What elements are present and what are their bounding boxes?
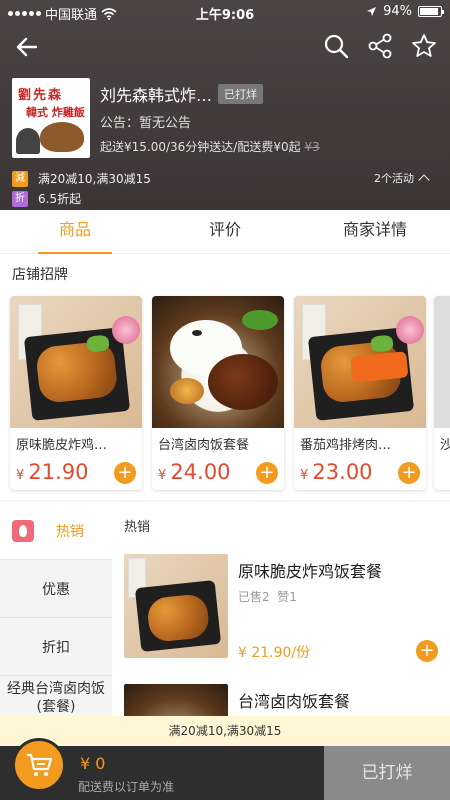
reduction-tag-icon: 減 (12, 170, 28, 187)
category-sidebar: 热销 优惠 折扣 经典台湾卤肉饭(套餐) (0, 502, 112, 720)
product-image (124, 554, 228, 658)
activities-toggle[interactable]: 2个活动 (374, 170, 430, 186)
chevron-up-icon (418, 174, 430, 186)
food-image (10, 296, 142, 428)
shopping-cart-icon (27, 753, 53, 776)
menu-section: 热销 优惠 折扣 经典台湾卤肉饭(套餐) 热销 原味脆皮炸鸡饭套餐 已售2 赞1… (0, 502, 450, 788)
featured-card[interactable]: 原味脆皮炸鸡… ¥ 21.90 + (10, 296, 142, 490)
add-to-cart-button[interactable]: + (416, 640, 438, 662)
food-image (434, 296, 450, 428)
checkout-closed-button[interactable]: 已打烊 (324, 746, 450, 800)
closed-badge: 已打烊 (218, 84, 263, 104)
cart-bar: ¥ 0 配送费以订单为准 已打烊 (0, 738, 450, 800)
add-to-cart-button[interactable]: + (398, 462, 420, 484)
featured-price: ¥ 21.90 (16, 460, 89, 484)
location-arrow-icon (367, 7, 377, 16)
tab-shop-details[interactable]: 商家详情 (300, 210, 450, 253)
shop-name: 刘先森韩式炸… (100, 86, 213, 105)
shop-header: 中国联通 上午9:06 94% 劉先森 韓式 炸雞飯 刘先森韩式炸… 已打烊 公… (0, 0, 450, 210)
share-icon[interactable] (366, 32, 394, 60)
featured-title: 店铺招牌 (12, 267, 68, 283)
add-to-cart-button[interactable]: + (256, 462, 278, 484)
product-name: 原味脆皮炸鸡饭套餐 (238, 562, 383, 581)
category-discount[interactable]: 折扣 (0, 618, 112, 676)
food-image (152, 296, 284, 428)
product-list: 热销 原味脆皮炸鸡饭套餐 已售2 赞1 ¥ 21.90/份 + 台湾卤肉饭套餐 (112, 502, 450, 788)
featured-carousel[interactable]: 原味脆皮炸鸡… ¥ 21.90 + 台湾卤肉饭套餐 ¥ 24.00 + 番茄鸡排… (10, 296, 450, 496)
battery-percent: 94% (383, 4, 412, 19)
featured-section: 店铺招牌 原味脆皮炸鸡… ¥ 21.90 + 台湾卤肉饭套餐 ¥ 24.00 + (0, 254, 450, 500)
cart-button[interactable] (12, 738, 66, 792)
featured-card[interactable]: 番茄鸡排烤肉… ¥ 23.00 + (294, 296, 426, 490)
battery-icon (418, 6, 444, 17)
product-item[interactable]: 原味脆皮炸鸡饭套餐 已售2 赞1 ¥ 21.90/份 + (124, 554, 444, 664)
product-name: 台湾卤肉饭套餐 (238, 692, 351, 711)
featured-card[interactable]: 台湾卤肉饭套餐 ¥ 24.00 + (152, 296, 284, 490)
tab-reviews[interactable]: 评价 (150, 210, 300, 253)
featured-card[interactable]: 沙 (434, 296, 450, 490)
discount-tag-icon: 折 (12, 190, 28, 207)
tab-products[interactable]: 商品 (0, 210, 150, 255)
discount-banner: 满20减10,满30减15 (0, 716, 450, 746)
shop-notice: 公告：暂无公告 (100, 116, 192, 131)
promo-discount: 折 6.5折起 (12, 190, 81, 207)
featured-name: 沙 (440, 438, 450, 453)
featured-name: 番茄鸡排烤肉… (300, 438, 392, 453)
delivery-info: 起送¥15.00/36分钟送达/配送费¥0起 ¥3 (100, 140, 320, 154)
category-braised-pork-set[interactable]: 经典台湾卤肉饭(套餐) (0, 676, 112, 720)
featured-name: 原味脆皮炸鸡… (16, 438, 108, 453)
food-image (294, 296, 426, 428)
shop-logo: 劉先森 韓式 炸雞飯 (12, 78, 90, 158)
section-title: 热销 (124, 520, 151, 535)
favorite-star-icon[interactable] (410, 32, 438, 60)
top-nav (0, 28, 450, 64)
status-bar: 中国联通 上午9:06 94% (0, 0, 450, 24)
product-price: ¥ 21.90/份 (238, 645, 311, 661)
featured-price: ¥ 23.00 (300, 460, 373, 484)
featured-price: ¥ 24.00 (158, 460, 231, 484)
product-stats: 已售2 赞1 (238, 590, 297, 604)
promo-full-reduction: 減 满20减10,满30减15 (12, 170, 151, 187)
cart-total: ¥ 0 (80, 754, 106, 773)
delivery-fee-note: 配送费以订单为准 (78, 780, 175, 794)
add-to-cart-button[interactable]: + (114, 462, 136, 484)
category-offers[interactable]: 优惠 (0, 560, 112, 618)
search-icon[interactable] (322, 32, 350, 60)
fire-icon (12, 519, 34, 542)
shop-tabs: 商品 评价 商家详情 (0, 210, 450, 255)
shop-info: 劉先森 韓式 炸雞飯 刘先森韩式炸… 已打烊 公告：暂无公告 起送¥15.00/… (12, 78, 438, 158)
category-hot[interactable]: 热销 (0, 502, 112, 560)
featured-name: 台湾卤肉饭套餐 (158, 438, 250, 453)
back-arrow-icon[interactable] (14, 34, 40, 60)
